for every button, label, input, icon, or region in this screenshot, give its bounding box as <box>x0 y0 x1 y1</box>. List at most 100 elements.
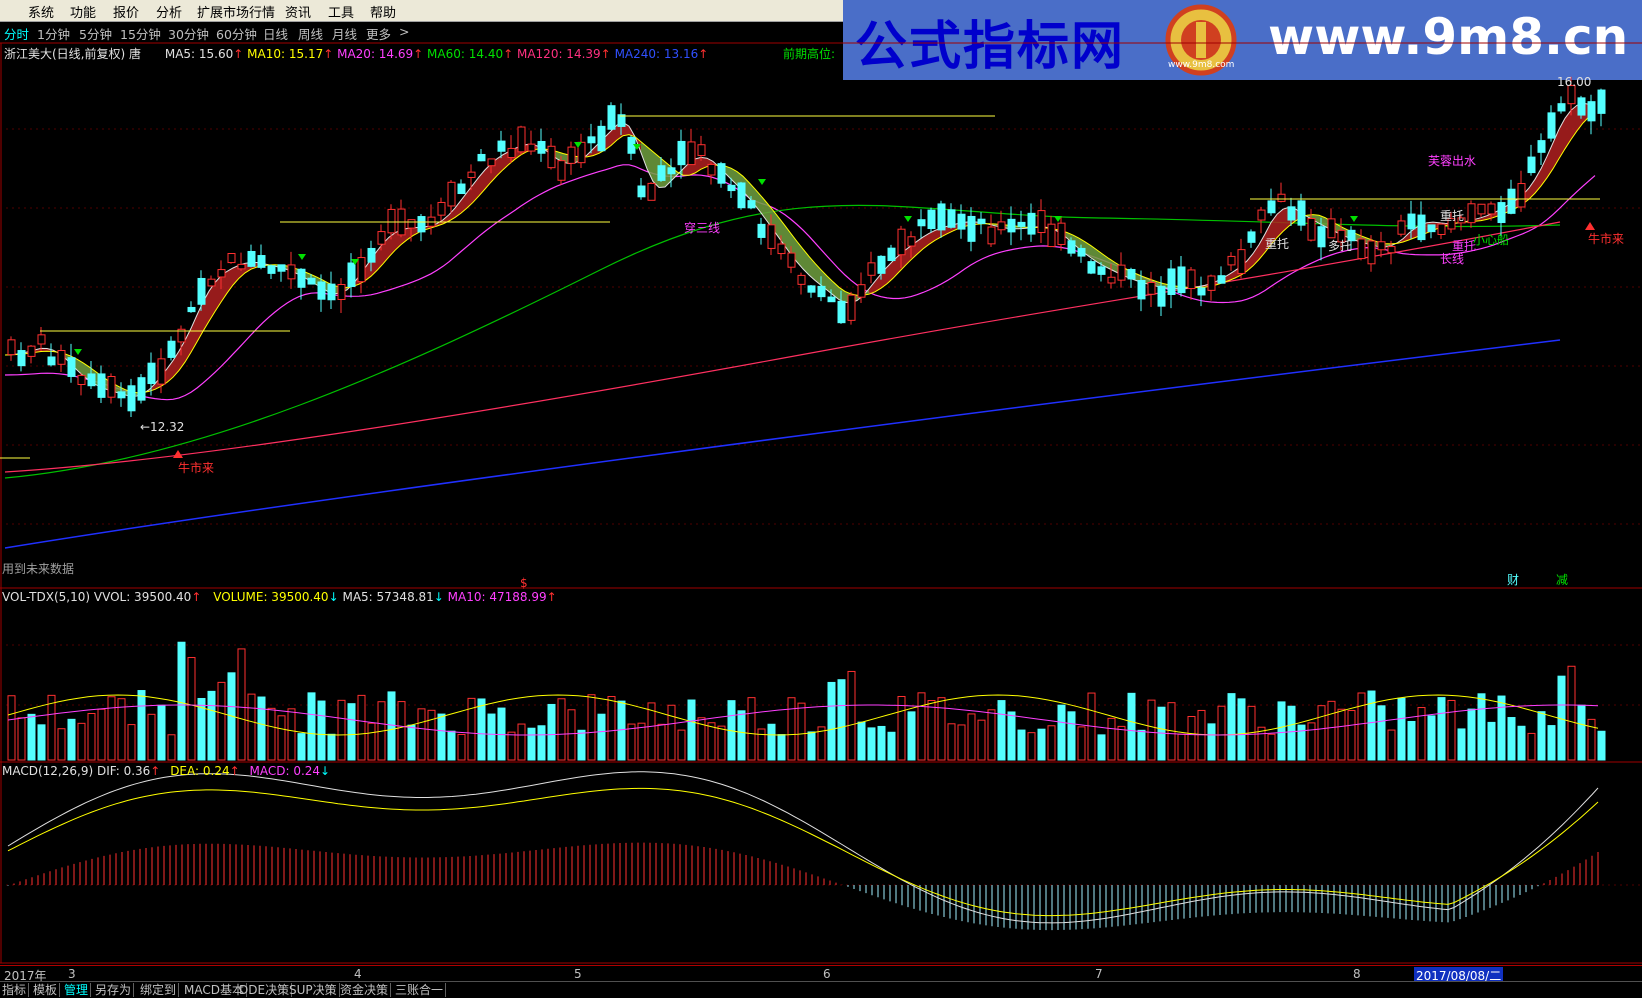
candle-body <box>838 301 845 322</box>
dif-value: DIF: 0.36 <box>97 764 150 778</box>
tab-template[interactable]: 模板 <box>31 983 60 997</box>
candle-body <box>138 378 145 400</box>
volume-bar <box>158 705 165 760</box>
candle-body <box>118 392 125 398</box>
candle-body <box>358 258 365 282</box>
volume-bar <box>1488 722 1495 760</box>
volume-bar <box>1188 717 1195 760</box>
volume-bar <box>1258 727 1265 760</box>
candle-body <box>1398 221 1405 234</box>
volume-bar <box>418 709 425 760</box>
volume-bar <box>238 649 245 760</box>
volume-bar <box>638 723 645 760</box>
volume-bar <box>788 698 795 760</box>
volume-bar <box>798 703 805 760</box>
candle-body <box>298 269 305 287</box>
signal-arrow-8 <box>1350 216 1358 222</box>
volume-bar <box>1078 727 1085 760</box>
tab-save-as[interactable]: 另存为 <box>93 983 134 997</box>
candle-body <box>1208 276 1215 290</box>
candle-body <box>948 210 955 227</box>
volume-bar <box>1498 696 1505 760</box>
volume-bar <box>268 708 275 760</box>
signal-arrow-1 <box>298 254 306 260</box>
candle-body <box>248 251 255 266</box>
signal-arrow-5 <box>758 179 766 185</box>
candle-body <box>318 282 325 299</box>
volume-bar <box>388 692 395 760</box>
volume-bar <box>1348 711 1355 760</box>
volume-bar <box>288 709 295 760</box>
volume-bar <box>1398 698 1405 760</box>
candle-body <box>768 225 775 249</box>
candle-body <box>1158 286 1165 306</box>
candle-body <box>408 220 415 228</box>
volume-bar <box>98 709 105 760</box>
volume-bar <box>248 694 255 760</box>
candle-body <box>1598 90 1605 113</box>
volume-bar <box>1018 730 1025 760</box>
volume-bar <box>518 724 525 760</box>
candle-body <box>678 141 685 164</box>
tab-dde-decision[interactable]: DDE决策 <box>237 983 292 997</box>
candle-body <box>1378 242 1385 250</box>
volume-value: VOLUME: 39500.40 <box>213 590 328 604</box>
volume-bar <box>1388 730 1395 760</box>
candle-body <box>388 209 395 232</box>
candle-body <box>968 216 975 241</box>
candle-body <box>928 210 935 228</box>
tab-sup-decision[interactable]: SUP决策 <box>287 983 340 997</box>
tab-indicator[interactable]: 指标 <box>0 983 29 997</box>
kline-chart[interactable]: ←12.32牛市来牛市来穿三线芙蓉出水重托重托重托多托小心船长线财减$16.00 <box>0 0 1642 997</box>
volume-bar <box>1208 724 1215 760</box>
tab-manage[interactable]: 管理 <box>62 983 91 997</box>
volume-bar <box>408 725 415 760</box>
candle-body <box>888 248 895 260</box>
candle-body <box>168 341 175 357</box>
volume-bar <box>858 722 865 760</box>
lotus-emerge-label: 芙蓉出水 <box>1428 154 1476 168</box>
tab-three-in-one[interactable]: 三账合一 <box>393 983 446 997</box>
candle-body <box>938 204 945 230</box>
heavy-support-label-1: 重托 <box>1265 237 1289 251</box>
volume-bar <box>598 714 605 760</box>
candle-body <box>1578 98 1585 115</box>
buy-arrow-1 <box>1585 222 1595 230</box>
volume-bar <box>368 723 375 760</box>
volume-bar <box>148 714 155 760</box>
tab-fund-decision[interactable]: 资金决策 <box>338 983 391 997</box>
volume-bar <box>578 730 585 760</box>
candle-body <box>418 217 425 232</box>
candle-body <box>488 159 495 166</box>
candle-body <box>698 145 705 156</box>
candle-body <box>738 183 745 208</box>
candle-body <box>198 278 205 304</box>
candle-body <box>558 161 565 181</box>
volume-bar <box>208 691 215 760</box>
volume-bar <box>628 724 635 760</box>
candle-body <box>778 244 785 254</box>
candle-body <box>1048 224 1055 246</box>
volume-bar <box>1238 699 1245 760</box>
volume-bar <box>568 710 575 760</box>
volume-bar <box>848 671 855 760</box>
macd-value: MACD: 0.24 <box>249 764 320 778</box>
volume-bar <box>1048 726 1055 760</box>
candle-body <box>1268 201 1275 213</box>
volume-bar <box>738 711 745 760</box>
candle-body <box>598 126 605 150</box>
candle-body <box>1408 214 1415 229</box>
volume-bar <box>298 734 305 760</box>
candle-body <box>1478 204 1485 214</box>
candle-body <box>1028 213 1035 234</box>
volume-bar <box>958 725 965 760</box>
tab-bind-to[interactable]: 绑定到 <box>138 983 179 997</box>
candle-body <box>868 263 875 275</box>
candle-body <box>1168 269 1175 295</box>
date-month-4: 4 <box>354 967 362 981</box>
candle-body <box>1118 265 1125 280</box>
candle-body <box>1288 207 1295 220</box>
volume-bar <box>428 710 435 760</box>
candle-body <box>1358 239 1365 259</box>
candle-body <box>728 185 735 190</box>
